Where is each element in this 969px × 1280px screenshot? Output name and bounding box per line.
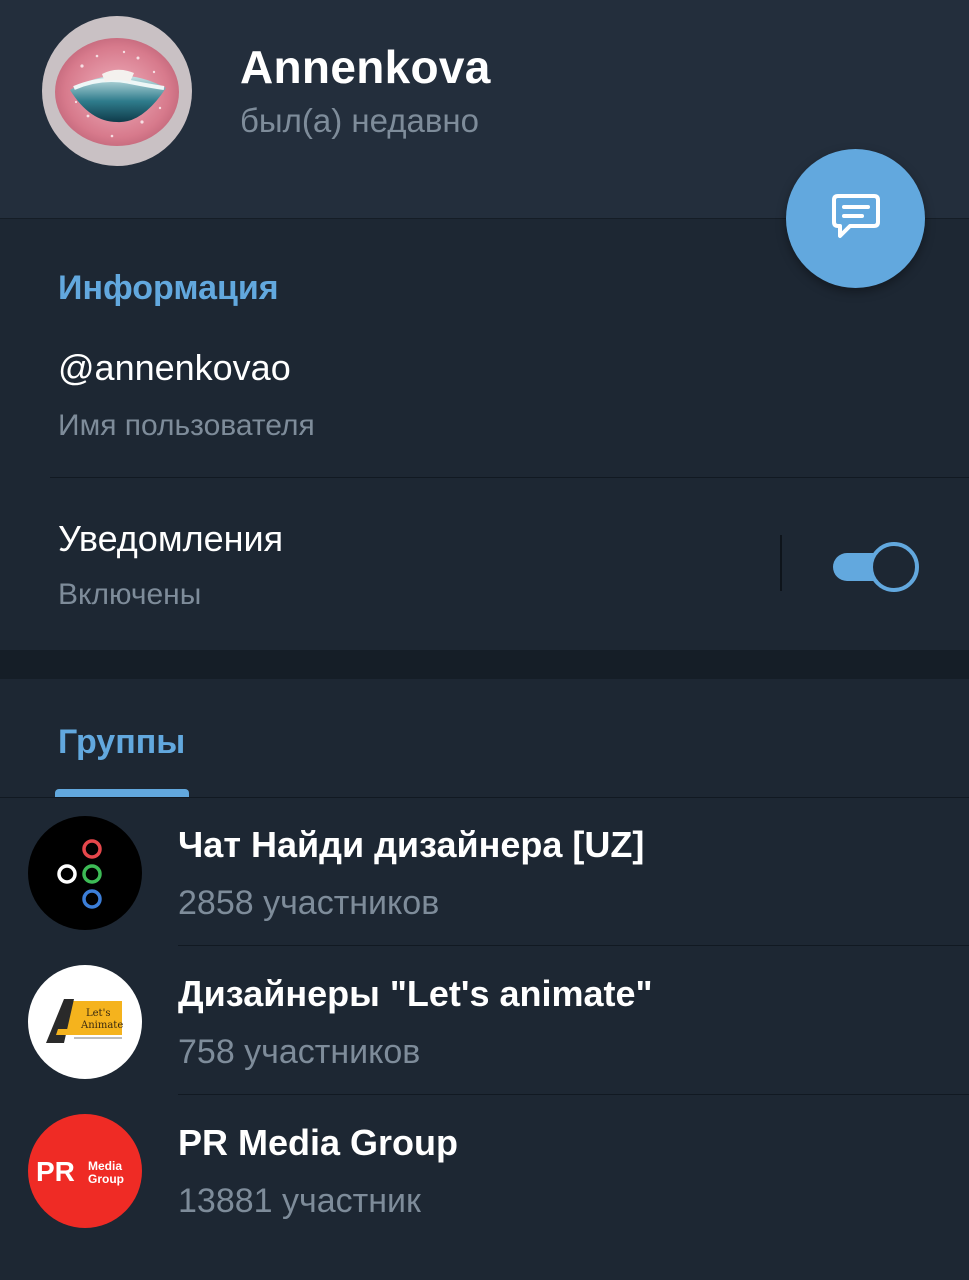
username-caption: Имя пользователя bbox=[58, 409, 315, 442]
notifications-toggle[interactable] bbox=[833, 542, 919, 592]
group-avatar: Let's Animate bbox=[28, 965, 142, 1079]
logo-text: PR bbox=[36, 1156, 75, 1187]
message-icon bbox=[826, 186, 886, 251]
info-section: Информация @annenkovao Имя пользователя … bbox=[0, 218, 969, 651]
group-name: PR Media Group bbox=[178, 1122, 459, 1163]
tab-groups[interactable]: Группы bbox=[58, 723, 185, 762]
group-members: 758 участников bbox=[178, 1033, 421, 1071]
send-message-button[interactable] bbox=[786, 149, 925, 288]
group-members: 2858 участников bbox=[178, 884, 440, 922]
username-row[interactable]: @annenkovao Имя пользователя bbox=[0, 329, 969, 477]
group-name: Чат Найди дизайнера [UZ] bbox=[178, 824, 645, 865]
logo-text: Media bbox=[88, 1159, 122, 1173]
profile-name: Annenkova bbox=[240, 41, 491, 93]
group-item[interactable]: PR Media Group PR Media Group 13881 учас… bbox=[0, 1096, 969, 1244]
divider bbox=[178, 945, 969, 946]
group-avatar bbox=[28, 816, 142, 930]
groups-section: Группы Чат Найди дизайнера [UZ] 2858 уча… bbox=[0, 679, 969, 1280]
username-value: @annenkovao bbox=[58, 347, 291, 388]
notifications-status: Включены bbox=[58, 578, 202, 611]
group-item[interactable]: Let's Animate Дизайнеры "Let's animate" … bbox=[0, 947, 969, 1095]
tab-indicator bbox=[55, 789, 189, 797]
group-members: 13881 участник bbox=[178, 1182, 421, 1220]
tab-bar: Группы bbox=[0, 679, 969, 798]
group-name: Дизайнеры "Let's animate" bbox=[178, 973, 653, 1014]
toggle-knob bbox=[869, 542, 919, 592]
profile-page: Annenkova был(а) недавно Информация @ann… bbox=[0, 0, 969, 1280]
logo-text: Animate bbox=[80, 1020, 123, 1031]
notifications-label: Уведомления bbox=[58, 518, 284, 559]
logo-text: Group bbox=[88, 1172, 124, 1186]
info-section-title: Информация bbox=[58, 269, 279, 307]
notifications-row[interactable]: Уведомления Включены bbox=[0, 478, 969, 651]
group-avatar: PR Media Group bbox=[28, 1114, 142, 1228]
profile-avatar[interactable] bbox=[42, 16, 192, 166]
logo-text: Let's bbox=[86, 1008, 110, 1019]
divider bbox=[178, 1094, 969, 1095]
group-item[interactable]: Чат Найди дизайнера [UZ] 2858 участников bbox=[0, 798, 969, 946]
profile-status: был(а) недавно bbox=[240, 102, 479, 139]
section-gap bbox=[0, 650, 969, 679]
vertical-separator bbox=[780, 535, 782, 591]
